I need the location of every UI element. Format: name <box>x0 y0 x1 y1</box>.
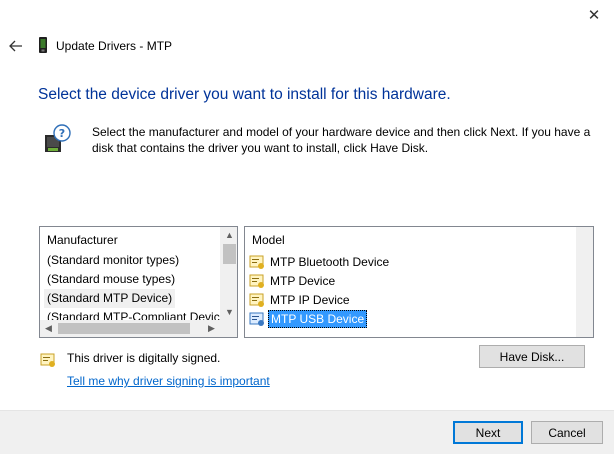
window-title-row: Update Drivers - MTP <box>38 36 173 56</box>
manufacturer-item-selected[interactable]: (Standard MTP Device) <box>44 289 176 308</box>
next-button[interactable]: Next <box>453 421 523 444</box>
page-description: Select the manufacturer and model of you… <box>92 125 591 155</box>
manufacturer-listbox[interactable]: Manufacturer (Standard monitor types) (S… <box>39 226 238 338</box>
window-title: Update Drivers - MTP <box>56 39 173 53</box>
driver-certificate-icon <box>249 255 264 269</box>
model-item-label: MTP Device <box>270 273 336 288</box>
driver-certificate-icon <box>249 312 264 326</box>
scroll-left-icon[interactable]: ◀ <box>40 320 57 337</box>
model-header: Model <box>252 233 285 247</box>
scroll-up-icon[interactable]: ▲ <box>221 227 237 244</box>
model-item[interactable]: MTP Bluetooth Device <box>249 252 391 271</box>
manufacturer-item[interactable]: (Standard monitor types) <box>44 251 182 270</box>
page-heading: Select the device driver you want to ins… <box>38 86 451 103</box>
model-item-label: MTP IP Device <box>270 292 350 307</box>
manufacturer-header: Manufacturer <box>47 233 118 247</box>
scroll-thumb[interactable] <box>58 323 190 334</box>
back-arrow-icon[interactable] <box>6 36 26 56</box>
manufacturer-item[interactable]: (Standard mouse types) <box>44 270 178 289</box>
scroll-down-icon[interactable]: ▼ <box>221 304 237 321</box>
driver-certificate-icon <box>249 293 264 307</box>
hardware-help-icon: ? <box>42 124 72 157</box>
manufacturer-horizontal-scrollbar[interactable]: ◀ ▶ <box>40 320 237 337</box>
driver-signing-link[interactable]: Tell me why driver signing is important <box>67 374 270 388</box>
model-item-label: MTP USB Device <box>268 309 368 328</box>
cancel-button[interactable]: Cancel <box>531 421 603 444</box>
model-vertical-scrollbar[interactable] <box>576 227 593 337</box>
svg-text:?: ? <box>59 127 65 140</box>
have-disk-button[interactable]: Have Disk... <box>479 345 585 368</box>
model-listbox[interactable]: Model MTP Bluetooth Device MTP Device MT… <box>244 226 594 338</box>
mtp-device-icon <box>38 36 48 56</box>
close-button[interactable]: ✕ <box>578 2 610 28</box>
scroll-right-icon[interactable]: ▶ <box>203 320 220 337</box>
model-item-label: MTP Bluetooth Device <box>270 254 390 269</box>
model-item[interactable]: MTP Device <box>249 271 337 290</box>
manufacturer-vertical-scrollbar[interactable]: ▲ ▼ <box>220 227 237 321</box>
scroll-thumb[interactable] <box>223 244 236 264</box>
model-item[interactable]: MTP IP Device <box>249 290 352 309</box>
signed-status-text: This driver is digitally signed. <box>67 351 221 365</box>
signed-certificate-icon <box>40 352 56 371</box>
model-item-selected[interactable]: MTP USB Device <box>249 309 368 328</box>
driver-certificate-icon <box>249 274 264 288</box>
